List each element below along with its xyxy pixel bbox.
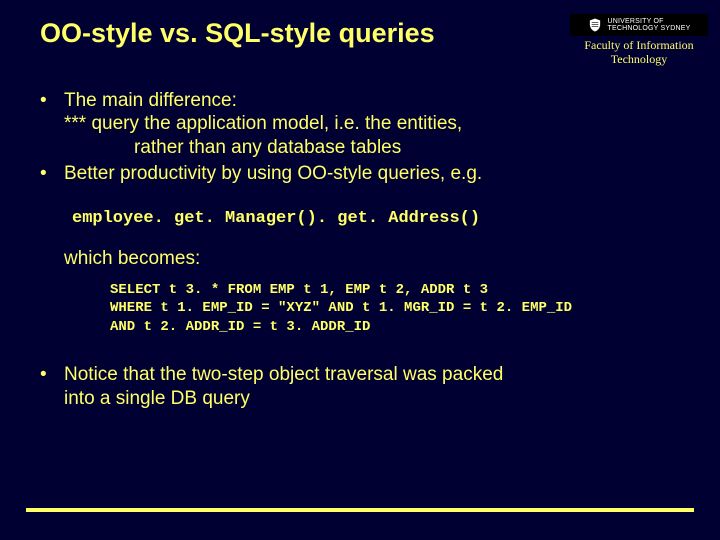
bullet-list: The main difference: *** query the appli… (36, 89, 696, 186)
oo-code-example: employee. get. Manager(). get. Address() (72, 208, 696, 229)
logo-line-1: UNIVERSITY OF (607, 18, 690, 25)
bullet-2-text: Better productivity by using OO-style qu… (64, 163, 482, 184)
bullet-1-sub2: rather than any database tables (64, 136, 696, 160)
university-logo-block: UNIVERSITY OF TECHNOLOGY SYDNEY Faculty … (570, 14, 708, 67)
bullet-1-sub1: *** query the application model, i.e. th… (64, 113, 462, 134)
sql-line-2: WHERE t 1. EMP_ID = "XYZ" AND t 1. MGR_I… (110, 300, 572, 316)
faculty-label: Faculty of Information Technology (570, 39, 708, 67)
sql-code-block: SELECT t 3. * FROM EMP t 1, EMP t 2, ADD… (110, 281, 696, 338)
bullet-list-2: Notice that the two-step object traversa… (36, 363, 696, 411)
bullet-3: Notice that the two-step object traversa… (36, 363, 696, 411)
sql-line-1: SELECT t 3. * FROM EMP t 1, EMP t 2, ADD… (110, 282, 488, 298)
sql-line-3: AND t 2. ADDR_ID = t 3. ADDR_ID (110, 319, 370, 335)
bullet-3-line2: into a single DB query (64, 388, 250, 409)
bullet-3-line1: Notice that the two-step object traversa… (64, 364, 503, 385)
footer-rule (26, 508, 694, 512)
slide-content: The main difference: *** query the appli… (0, 71, 720, 411)
shield-icon (587, 17, 603, 33)
logo-line-2: TECHNOLOGY SYDNEY (607, 25, 690, 32)
logo-text: UNIVERSITY OF TECHNOLOGY SYDNEY (607, 18, 690, 32)
bullet-2: Better productivity by using OO-style qu… (36, 162, 696, 186)
faculty-line-1: Faculty of Information (570, 39, 708, 53)
faculty-line-2: Technology (570, 53, 708, 67)
which-becomes-label: which becomes: (64, 247, 696, 271)
bullet-1-text: The main difference: (64, 90, 237, 111)
bullet-1: The main difference: *** query the appli… (36, 89, 696, 160)
slide-title: OO-style vs. SQL-style queries (40, 18, 570, 49)
university-logo: UNIVERSITY OF TECHNOLOGY SYDNEY (570, 14, 708, 36)
slide-header: OO-style vs. SQL-style queries UNIVERSIT… (0, 0, 720, 71)
